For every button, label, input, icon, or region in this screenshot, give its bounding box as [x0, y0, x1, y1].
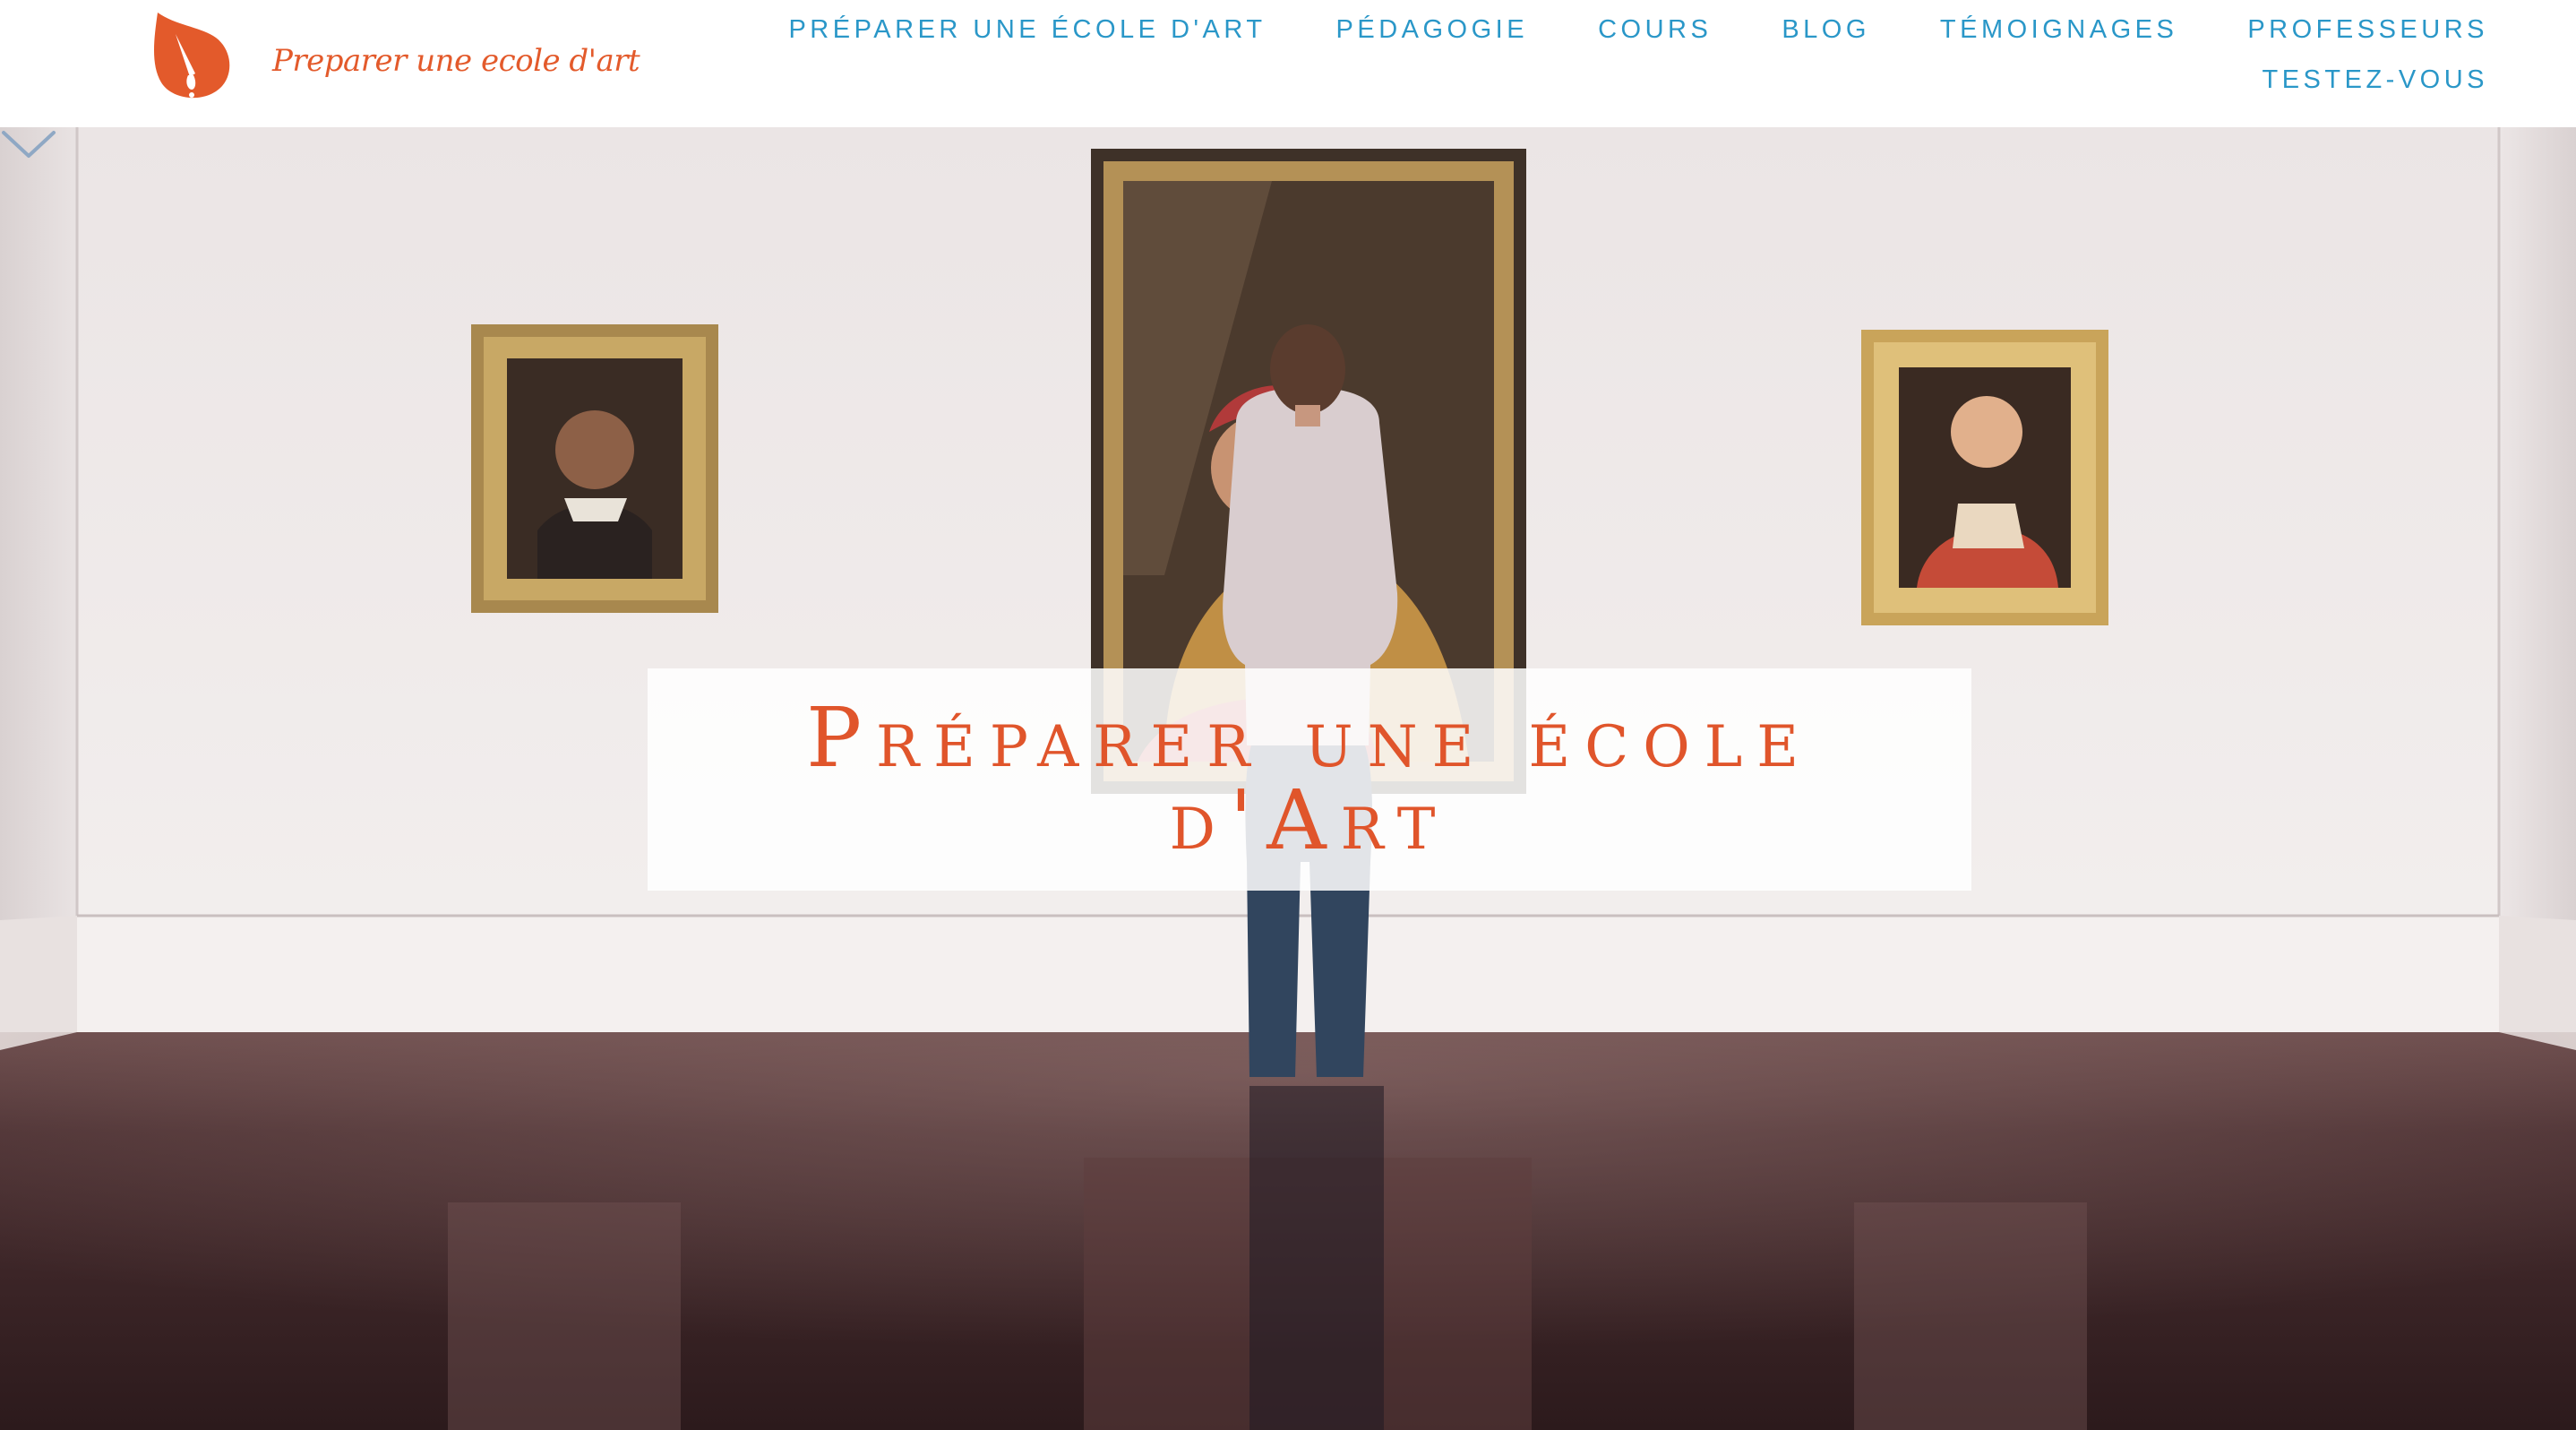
- logo-link[interactable]: Preparer une ecole d'art: [149, 11, 640, 106]
- main-nav: Préparer une école d'art Pédagogie Cours…: [697, 13, 2488, 97]
- site-header: Preparer une ecole d'art Préparer une éc…: [0, 0, 2576, 127]
- hero-title-box: Préparer une école d'Art: [648, 668, 1971, 891]
- hero-title: Préparer une école d'Art: [806, 690, 1813, 868]
- hero-section: Préparer une école d'Art: [0, 127, 2576, 1430]
- nav-blog[interactable]: Blog: [1782, 13, 1870, 47]
- pen-nib-icon: [154, 13, 230, 99]
- nav-cours[interactable]: Cours: [1598, 13, 1712, 47]
- nav-pedagogie[interactable]: Pédagogie: [1336, 13, 1529, 47]
- nav-testez-vous[interactable]: Testez-vous: [2262, 63, 2488, 97]
- chevron-down-icon[interactable]: [0, 127, 57, 163]
- site-title: Preparer une ecole d'art: [272, 43, 640, 79]
- nav-temoignages[interactable]: Témoignages: [1940, 13, 2177, 47]
- nav-preparer[interactable]: Préparer une école d'art: [788, 13, 1266, 47]
- nav-professeurs[interactable]: Professeurs: [2247, 13, 2488, 47]
